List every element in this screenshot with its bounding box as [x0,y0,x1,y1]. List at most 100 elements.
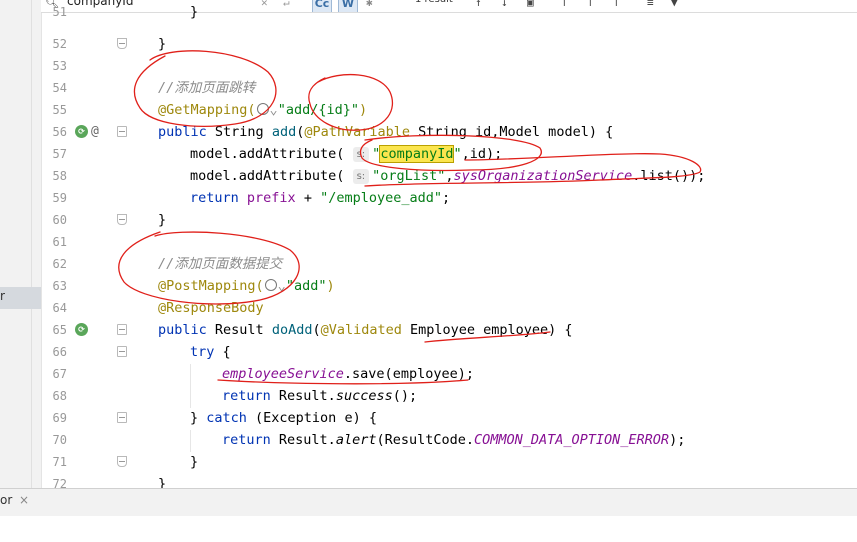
code-field: prefix [238,190,296,206]
new-line-icon[interactable]: ↵ [283,0,290,12]
code-token: ) [326,278,335,294]
code-line[interactable]: employeeService.save(employee); [222,363,474,385]
line-number: 52 [52,37,67,51]
line-number: 53 [52,59,67,73]
code-token: } [158,212,167,228]
code-token: Result. [270,432,336,448]
at-icon[interactable]: @ [91,121,99,143]
line-number: 62 [52,257,67,271]
previous-occurrence-icon[interactable]: ↑ [475,0,482,12]
code-token: Employee employee) { [401,322,573,338]
chevron-down-icon[interactable]: ⌄ [270,102,278,118]
code-token: } [158,36,167,52]
tool-window-tab[interactable]: or [0,493,12,507]
add-occurrence-icon[interactable]: ⊤ [561,0,568,12]
indent-guide [190,364,191,408]
code-token: (Exception e) { [246,410,377,426]
select-all-icon[interactable]: ⊤ [613,0,620,12]
fold-icon[interactable] [117,346,127,357]
fold-icon[interactable] [117,126,127,137]
code-keyword: return [222,432,271,448]
code-token: model.addAttribute( [190,146,345,162]
code-keyword: public [158,124,207,140]
line-number: 66 [52,345,67,359]
code-line[interactable]: } [190,451,198,473]
tool-window-content [0,516,857,542]
code-line[interactable]: } [190,1,198,23]
code-method: add [271,124,297,140]
code-token: } [190,410,207,426]
remove-occurrence-icon[interactable]: ⊤ [587,0,594,12]
spring-bean-icon[interactable]: ⟳ [75,125,88,138]
code-token: ( [312,322,321,338]
indent-guide [190,430,191,452]
code-line[interactable]: @GetMapping(⌄"add/{id}") [158,99,367,121]
line-number: 55 [52,103,67,117]
parameter-hint: s: [352,169,370,184]
globe-icon[interactable] [256,103,269,115]
line-number: 54 [52,81,67,95]
find-bar: 🔍︎ companyId ✕ ↵ Cc W ✱ 1 result ↑ ↓ ▣ ⊤… [41,0,857,13]
code-token: .save(employee); [343,366,474,382]
code-token: ) [358,102,368,118]
project-tree-selected-row[interactable] [0,287,41,309]
line-number: 65 [52,323,67,337]
close-icon[interactable]: × [19,493,29,507]
fold-icon[interactable] [117,38,127,49]
code-line[interactable]: } catch (Exception e) { [190,407,377,429]
fold-icon[interactable] [117,324,127,335]
parameter-hint: s: [352,147,370,162]
code-token: + [295,190,321,206]
code-line[interactable]: } [158,209,166,231]
fold-icon[interactable] [117,214,127,225]
globe-icon[interactable] [264,279,277,291]
clear-icon[interactable]: ✕ [261,0,268,12]
gutter-row: 51 [0,5,150,34]
code-method: doAdd [271,322,313,338]
next-occurrence-icon[interactable]: ↓ [501,0,508,12]
regex-button[interactable]: ✱ [366,0,373,12]
select-all-occurrences-icon[interactable]: ▣ [527,0,534,12]
code-token: Result [206,322,272,338]
find-input[interactable]: companyId [67,0,133,12]
line-number: 61 [52,235,67,249]
code-line[interactable]: public String add(@PathVariable String i… [158,121,613,143]
code-annotation: @PathVariable [304,124,411,140]
code-line[interactable]: @PostMapping(⌄"add") [158,275,335,297]
code-string: " [453,146,462,162]
code-line[interactable]: return Result.success(); [222,385,417,407]
code-keyword: try [190,344,215,360]
code-line[interactable]: //添加页面数据提交 [158,253,282,275]
line-number: 57 [52,147,67,161]
fold-icon[interactable] [117,456,127,467]
whole-words-button[interactable]: W [338,0,358,12]
code-line[interactable]: @ResponseBody [158,297,264,319]
project-panel-edge: r [0,0,42,488]
code-line[interactable]: try { [190,341,231,363]
pen-annotations [118,50,702,385]
fold-icon[interactable] [117,412,127,423]
code-method: success [335,388,393,404]
search-match-highlight: companyId [379,145,455,163]
code-line[interactable]: } [158,33,166,55]
spring-bean-icon[interactable]: ⟳ [75,323,88,336]
code-line[interactable]: public Result doAdd(@Validated Employee … [158,319,573,341]
line-number: 63 [52,279,67,293]
code-string: "/employee_add" [320,190,442,206]
code-line[interactable]: model.addAttribute( s: "orgList",sysOrgan… [190,165,705,187]
project-tree-selected-label[interactable]: r [0,289,5,303]
code-line[interactable]: return prefix + "/employee_add"; [190,187,450,209]
code-token: .list()); [632,168,706,184]
match-case-button[interactable]: Cc [312,0,332,12]
code-token: } [190,454,199,470]
code-line[interactable]: model.addAttribute( s: "companyId",id); [190,143,502,165]
code-line[interactable]: return Result.alert(ResultCode.COMMON_DA… [222,429,685,451]
line-number: 58 [52,169,67,183]
line-number: 51 [52,5,67,19]
multiline-icon[interactable]: ≡ [647,0,654,12]
code-line[interactable]: //添加页面跳转 [158,77,255,99]
filter-icon[interactable]: ▼ [671,0,678,12]
code-annotation: @Validated [320,322,402,338]
code-token: Result. [270,388,336,404]
chevron-down-icon[interactable]: ⌄ [278,278,286,294]
